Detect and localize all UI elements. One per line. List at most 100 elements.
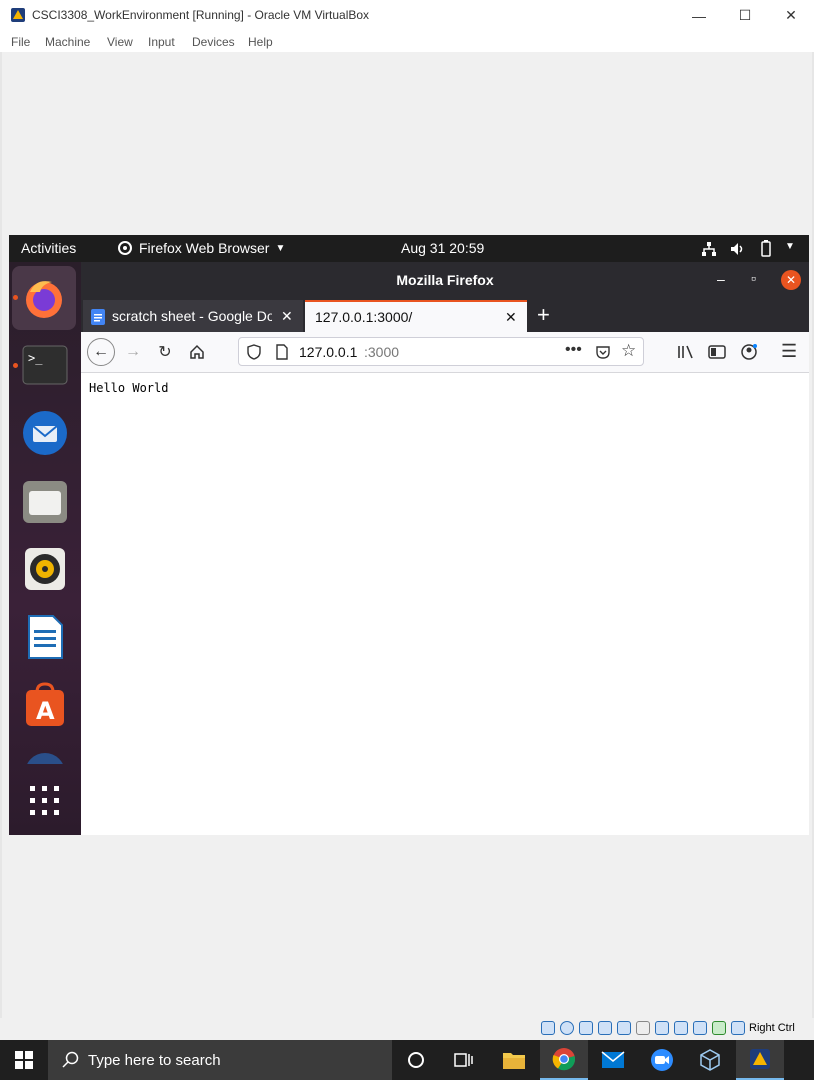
firefox-minimize-button[interactable]: – [717,271,725,287]
tab-localhost[interactable]: 127.0.0.1:3000/ ✕ [305,300,527,332]
dock-files[interactable] [22,478,68,524]
vbox-status-bar: Right Ctrl [0,1018,814,1040]
taskbar-search-box[interactable]: Type here to search [48,1040,392,1080]
dock-firefox-active[interactable] [12,266,76,330]
keyboard-icon[interactable] [731,1021,745,1035]
mail-button[interactable] [589,1040,637,1080]
home-button[interactable] [183,338,211,366]
menu-view[interactable]: View [107,35,133,49]
usb-icon[interactable] [617,1021,631,1035]
menu-icon[interactable]: ☰ [781,341,797,362]
firefox-tab-strip: scratch sheet - Google Do ✕ 127.0.0.1:30… [81,298,809,332]
battery-icon[interactable] [757,240,775,258]
vbox-left-border [0,0,2,1040]
firefox-icon [26,281,62,318]
account-icon[interactable] [740,343,758,361]
menu-file[interactable]: File [11,35,30,49]
app-menu-label: Firefox Web Browser [139,240,270,256]
windows-taskbar: Type here to search [0,1040,814,1080]
running-indicator [13,295,18,300]
menu-input[interactable]: Input [148,35,175,49]
hard-disk-icon[interactable] [541,1021,555,1035]
dock-terminal[interactable]: >_ [22,342,68,388]
page-content: Hello World [81,373,809,835]
reload-button[interactable]: ↻ [151,338,179,366]
vscode-button[interactable] [686,1040,734,1080]
folder-icon [503,1053,525,1069]
dock-writer[interactable] [22,614,68,660]
vbox-minimize-button[interactable]: — [676,0,722,31]
url-bar[interactable]: 127.0.0.1 :3000 ••• ☆ [238,337,644,366]
vbox-title-bar[interactable]: CSCI3308_WorkEnvironment [Running] - Ora… [0,0,814,31]
vbox-close-button[interactable]: ✕ [768,0,814,31]
zoom-icon [651,1049,673,1071]
arrow-right-icon: → [125,343,141,360]
tab-close-icon[interactable]: ✕ [281,308,293,325]
virtualbox-taskbar-button[interactable] [736,1040,784,1080]
tab-label: scratch sheet - Google Do [112,308,272,324]
app-menu[interactable]: Firefox Web Browser ▼ [117,240,285,256]
show-applications-icon [30,786,59,815]
software-icon: A [26,682,64,726]
chrome-button[interactable] [540,1040,588,1080]
audio-icon[interactable] [579,1021,593,1035]
network-icon[interactable] [701,241,717,257]
task-view-icon [454,1053,473,1067]
sidebar-icon[interactable] [708,344,726,360]
url-port: :3000 [364,344,400,360]
mail-icon [601,1051,625,1068]
menu-devices[interactable]: Devices [192,35,235,49]
bookmark-star-icon[interactable]: ☆ [621,341,636,361]
back-button[interactable]: ← [87,338,115,366]
system-menu-chevron-icon[interactable]: ▼ [785,241,795,252]
shared-folders-icon[interactable] [636,1021,650,1035]
menu-help[interactable]: Help [248,35,273,49]
forward-button[interactable]: → [119,338,147,366]
task-view-button[interactable] [440,1040,488,1080]
network-adapter-icon[interactable] [598,1021,612,1035]
mouse-integration-icon[interactable] [712,1021,726,1035]
shield-icon[interactable] [247,344,261,360]
vbox-maximize-button[interactable]: ☐ [722,0,768,31]
menu-machine[interactable]: Machine [45,35,90,49]
zoom-button[interactable] [638,1040,686,1080]
tab-scratch-sheet[interactable]: scratch sheet - Google Do ✕ [83,300,303,332]
tab-close-icon[interactable]: ✕ [505,309,517,326]
cortana-button[interactable] [392,1040,440,1080]
file-explorer-button[interactable] [490,1040,538,1080]
firefox-title-bar[interactable]: Mozilla Firefox – ▫ ✕ [81,262,809,298]
cpu-icon[interactable] [693,1021,707,1035]
writer-icon [28,615,63,659]
display-icon[interactable] [655,1021,669,1035]
files-icon [23,481,67,523]
page-body-text: Hello World [89,381,169,395]
dock-help[interactable] [22,750,68,764]
rhythmbox-icon [25,548,65,590]
page-actions-icon[interactable]: ••• [565,341,582,359]
show-applications-button[interactable] [22,778,68,824]
reload-icon: ↻ [158,344,172,361]
host-key-label: Right Ctrl [749,1022,795,1034]
help-icon [27,753,63,764]
optical-drive-icon[interactable] [560,1021,574,1035]
cube-icon [700,1049,720,1071]
volume-icon[interactable] [729,241,745,257]
firefox-close-button[interactable]: ✕ [781,270,801,290]
firefox-restore-button[interactable]: ▫ [751,270,756,286]
thunderbird-icon [23,411,67,455]
tab-label: 127.0.0.1:3000/ [315,309,413,325]
chevron-down-icon: ▼ [275,242,286,254]
dock-thunderbird[interactable] [22,410,68,456]
recording-icon[interactable] [674,1021,688,1035]
clock[interactable]: Aug 31 20:59 [401,240,484,256]
page-icon[interactable] [275,344,289,360]
activities-button[interactable]: Activities [21,240,76,256]
library-icon[interactable] [677,344,695,360]
new-tab-button[interactable]: + [537,302,550,328]
dock-software[interactable]: A [22,682,68,728]
pocket-icon[interactable] [595,344,611,360]
start-button[interactable] [0,1040,48,1080]
firefox-small-icon [118,241,132,255]
svg-text:A: A [36,697,55,725]
dock-rhythmbox[interactable] [22,546,68,592]
